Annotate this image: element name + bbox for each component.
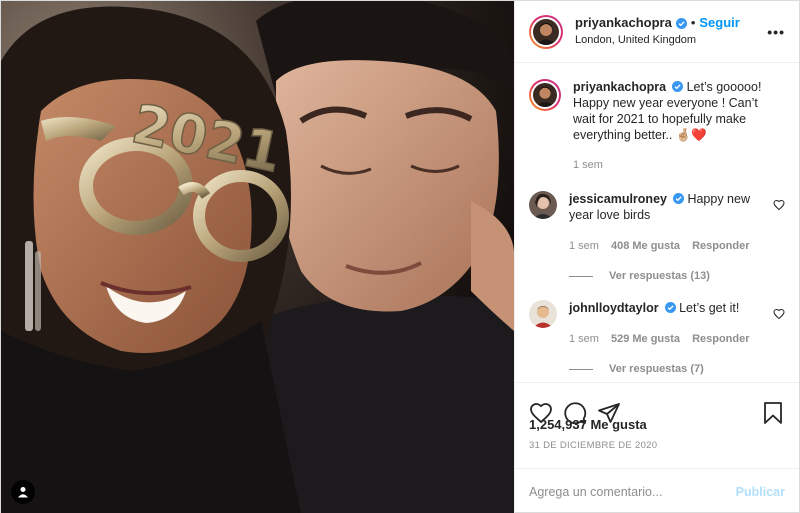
tag-user-button[interactable] xyxy=(11,480,35,504)
tag-user-icon xyxy=(18,487,28,498)
verified-badge-icon xyxy=(675,17,687,29)
post-photo-illustration: 2021 xyxy=(1,1,514,513)
author-avatar-image xyxy=(533,18,559,45)
reply-button[interactable]: Responder xyxy=(692,238,749,254)
author-avatar[interactable] xyxy=(529,14,563,49)
caption-avatar[interactable] xyxy=(529,79,561,111)
comment-username[interactable]: johnlloydtaylor xyxy=(569,301,659,315)
comment-avatar[interactable] xyxy=(529,300,557,328)
instagram-post: 2021 priyankachopra • Seguir London, Uni… xyxy=(0,0,800,513)
caption-username[interactable]: priyankachopra xyxy=(573,80,666,94)
caption-avatar-image xyxy=(533,83,557,107)
post-actions-bar xyxy=(515,382,799,442)
more-options-button[interactable]: ••• xyxy=(767,24,785,40)
verified-badge-icon xyxy=(672,81,684,92)
view-replies-label: Ver respuestas (7) xyxy=(609,363,704,375)
view-replies-button[interactable]: Ver respuestas (7) xyxy=(569,363,785,375)
verified-badge-icon xyxy=(664,302,676,313)
comment-text: Let’s get it! xyxy=(679,301,740,315)
caption: priyankachopra Let’s gooooo! Happy new y… xyxy=(529,79,785,173)
likes-count[interactable]: 1,254,937 Me gusta xyxy=(515,417,799,432)
caption-time[interactable]: 1 sem xyxy=(573,157,603,173)
comment-item: jessicamulroney Happy new year love bird… xyxy=(529,191,785,254)
comment-time[interactable]: 1 sem xyxy=(569,238,599,254)
comment-like-icon[interactable] xyxy=(773,308,785,320)
comment-likes[interactable]: 529 Me gusta xyxy=(611,331,680,347)
view-replies-button[interactable]: Ver respuestas (13) xyxy=(569,270,785,282)
comment-likes[interactable]: 408 Me gusta xyxy=(611,238,680,254)
reply-button[interactable]: Responder xyxy=(692,331,749,347)
comment-avatar[interactable] xyxy=(529,191,557,219)
post-header: priyankachopra • Seguir London, United K… xyxy=(515,1,799,63)
replies-line xyxy=(569,275,593,277)
post-location[interactable]: London, United Kingdom xyxy=(575,32,767,48)
add-comment-bar: Publicar xyxy=(515,468,799,513)
comment-input[interactable] xyxy=(529,484,736,499)
comment-like-icon[interactable] xyxy=(773,199,785,211)
author-username[interactable]: priyankachopra xyxy=(575,15,672,31)
comment-avatar-image xyxy=(529,300,557,328)
post-side-panel: priyankachopra • Seguir London, United K… xyxy=(514,1,799,513)
follow-button[interactable]: Seguir xyxy=(699,15,739,31)
comment-time[interactable]: 1 sem xyxy=(569,331,599,347)
publish-button[interactable]: Publicar xyxy=(736,485,785,499)
post-date[interactable]: 31 DE DICIEMBRE DE 2020 xyxy=(515,440,799,468)
comment-avatar-image xyxy=(529,191,557,219)
comments-section: priyankachopra Let’s gooooo! Happy new y… xyxy=(515,63,799,382)
comment-item: johnlloydtaylor Let’s get it! 1 sem 529 … xyxy=(529,300,785,347)
verified-badge-icon xyxy=(672,193,684,204)
header-separator: • xyxy=(690,15,696,30)
post-photo[interactable]: 2021 xyxy=(1,1,514,513)
comment-username[interactable]: jessicamulroney xyxy=(569,192,667,206)
replies-line xyxy=(569,368,593,370)
view-replies-label: Ver respuestas (13) xyxy=(609,270,710,282)
